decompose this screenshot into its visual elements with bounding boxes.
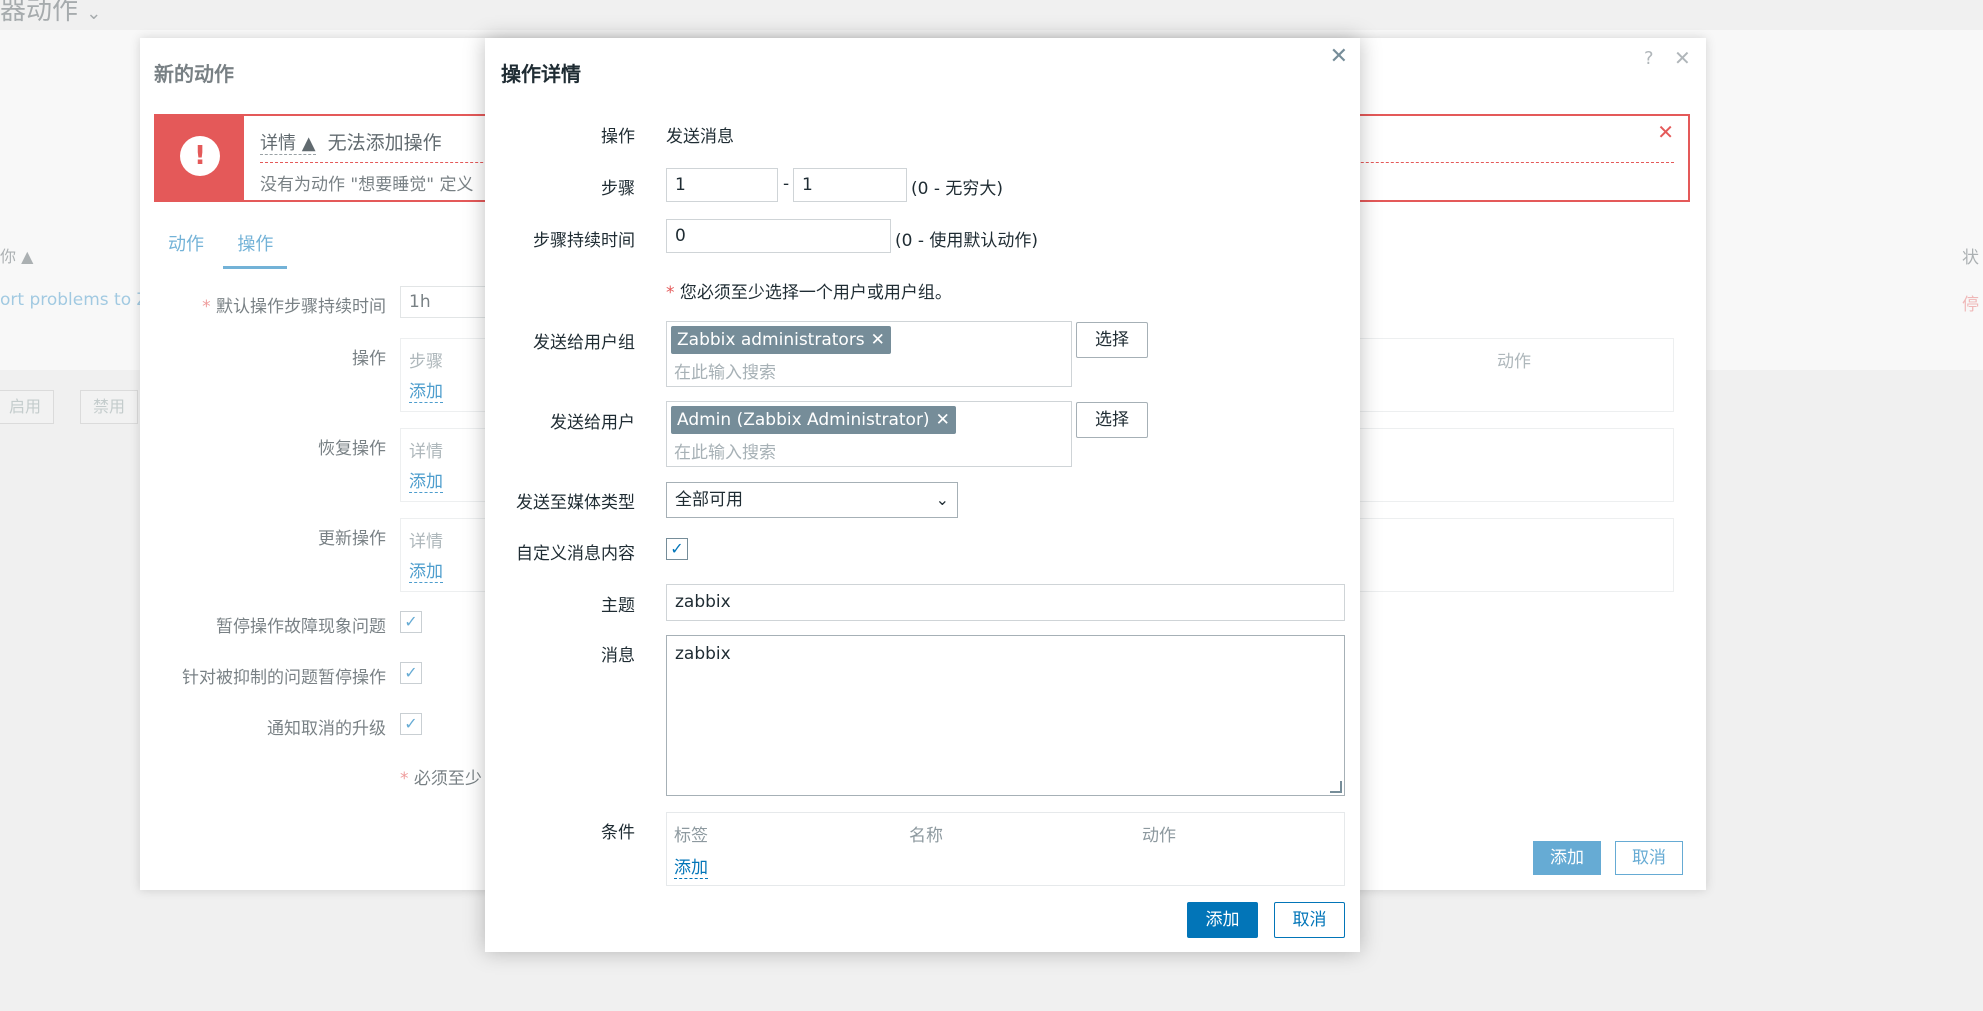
update-label: 更新操作 <box>318 529 386 549</box>
required-note: * 您必须至少选择一个用户或用户组。 <box>666 283 952 303</box>
operations-header-action: 动作 <box>1497 352 1531 372</box>
action-row-link[interactable]: ort problems to Z <box>0 290 148 310</box>
close-icon[interactable]: ✕ <box>1330 44 1348 69</box>
step-separator: - <box>783 174 790 194</box>
operation-label: 操作 <box>601 127 635 147</box>
remove-tag-icon[interactable]: ✕ <box>871 330 885 350</box>
cond-col-label: 标签 <box>674 826 708 846</box>
help-icon[interactable]: ? <box>1644 48 1654 69</box>
default-step-input[interactable]: 1h <box>400 286 490 318</box>
operation-cancel-button[interactable]: 取消 <box>1274 902 1345 938</box>
step-duration-input[interactable]: 0 <box>666 219 891 253</box>
steps-hint: (0 - 无穷大) <box>911 179 1004 199</box>
update-header-details: 详情 <box>409 532 443 552</box>
cond-col-name: 名称 <box>909 826 943 846</box>
operations-label: 操作 <box>352 349 386 369</box>
alert-details-toggle[interactable]: 详情 ▲ <box>260 133 316 155</box>
resize-handle-icon[interactable] <box>1330 781 1342 793</box>
pause-symptoms-checkbox[interactable]: ✓ <box>400 611 422 633</box>
chevron-down-icon: ⌄ <box>935 490 949 509</box>
step-to-input[interactable]: 1 <box>793 168 907 202</box>
action-modal-title: 新的动作 <box>154 62 234 86</box>
steps-label: 步骤 <box>601 179 635 199</box>
users-search-input[interactable]: 在此输入搜索 <box>674 438 776 463</box>
recovery-header-details: 详情 <box>409 442 443 462</box>
conditions-label: 条件 <box>601 823 635 843</box>
alert-close-icon[interactable]: ✕ <box>1657 120 1674 144</box>
user-tag: Admin (Zabbix Administrator) ✕ <box>671 406 956 434</box>
operations-add-link[interactable]: 添加 <box>409 377 443 403</box>
send-groups-label: 发送给用户组 <box>533 333 635 353</box>
alert-side: ! <box>156 116 244 200</box>
conditions-box: 标签 名称 动作 添加 <box>666 812 1345 886</box>
subject-input[interactable]: zabbix <box>666 584 1345 621</box>
select-groups-button[interactable]: 选择 <box>1076 322 1148 358</box>
remove-tag-icon[interactable]: ✕ <box>936 410 950 430</box>
operation-details-modal: 操作详情 ✕ 操作 发送消息 步骤 1 - 1 (0 - 无穷大) 步骤持续时间… <box>485 38 1360 952</box>
tab-action[interactable]: 动作 <box>154 224 218 266</box>
message-value: zabbix <box>675 644 731 664</box>
chevron-down-icon[interactable]: ⌄ <box>86 3 101 24</box>
tab-bar: 动作 操作 <box>154 224 288 269</box>
pause-suppressed-checkbox[interactable]: ✓ <box>400 662 422 684</box>
step-duration-hint: (0 - 使用默认动作) <box>895 231 1039 251</box>
alert-title: 无法添加操作 <box>327 132 442 154</box>
media-type-select[interactable]: 全部可用 ⌄ <box>666 482 958 518</box>
step-duration-label: 步骤持续时间 <box>533 231 635 251</box>
tab-operations[interactable]: 操作 <box>223 224 288 269</box>
pause-suppressed-label: 针对被抑制的问题暂停操作 <box>182 668 386 688</box>
disable-button[interactable]: 禁用 <box>80 390 139 424</box>
notify-cancel-checkbox[interactable]: ✓ <box>400 713 422 735</box>
action-add-button[interactable]: 添加 <box>1533 841 1601 875</box>
notify-cancel-label: 通知取消的升级 <box>267 719 386 739</box>
default-step-label: * 默认操作步骤持续时间 <box>202 297 386 317</box>
media-type-value: 全部可用 <box>675 490 743 510</box>
action-cancel-button[interactable]: 取消 <box>1615 841 1683 875</box>
media-type-label: 发送至媒体类型 <box>516 493 635 513</box>
user-groups-search-input[interactable]: 在此输入搜索 <box>674 358 776 383</box>
pause-symptoms-label: 暂停操作故障现象问题 <box>216 617 386 637</box>
message-label: 消息 <box>601 646 635 666</box>
recovery-add-link[interactable]: 添加 <box>409 467 443 493</box>
exclamation-icon: ! <box>180 136 220 176</box>
alert-message: 没有为动作 "想要睡觉" 定义 <box>260 175 474 195</box>
update-add-link[interactable]: 添加 <box>409 557 443 583</box>
operation-modal-title: 操作详情 <box>501 62 581 86</box>
operation-add-button[interactable]: 添加 <box>1187 902 1258 938</box>
select-users-button[interactable]: 选择 <box>1076 402 1148 438</box>
user-groups-multiselect[interactable]: Zabbix administrators ✕ 在此输入搜索 <box>666 321 1072 387</box>
send-users-label: 发送给用户 <box>550 413 635 433</box>
recovery-label: 恢复操作 <box>318 439 386 459</box>
alert-title-line: 详情 ▲ 无法添加操作 <box>260 128 442 155</box>
message-textarea[interactable]: zabbix <box>666 635 1345 796</box>
page-title: 器动作 ⌄ <box>0 0 102 26</box>
operations-header-step: 步骤 <box>409 352 443 372</box>
custom-message-checkbox[interactable]: ✓ <box>666 538 688 560</box>
user-group-tag: Zabbix administrators ✕ <box>671 326 891 354</box>
column-sort-header[interactable]: 你 ▲ <box>0 243 33 267</box>
step-from-input[interactable]: 1 <box>666 168 778 202</box>
custom-message-label: 自定义消息内容 <box>516 544 635 564</box>
subject-label: 主题 <box>601 596 635 616</box>
close-icon[interactable]: ✕ <box>1674 46 1691 70</box>
users-multiselect[interactable]: Admin (Zabbix Administrator) ✕ 在此输入搜索 <box>666 401 1072 467</box>
enable-button[interactable]: 启用 <box>0 390 55 424</box>
operation-value: 发送消息 <box>666 127 734 147</box>
required-note: * 必须至少 <box>400 769 482 789</box>
status-badge[interactable]: 停 <box>1962 290 1979 315</box>
cond-col-action: 动作 <box>1142 826 1176 846</box>
conditions-add-link[interactable]: 添加 <box>674 853 708 879</box>
column-status-header: 状 <box>1962 248 1979 268</box>
